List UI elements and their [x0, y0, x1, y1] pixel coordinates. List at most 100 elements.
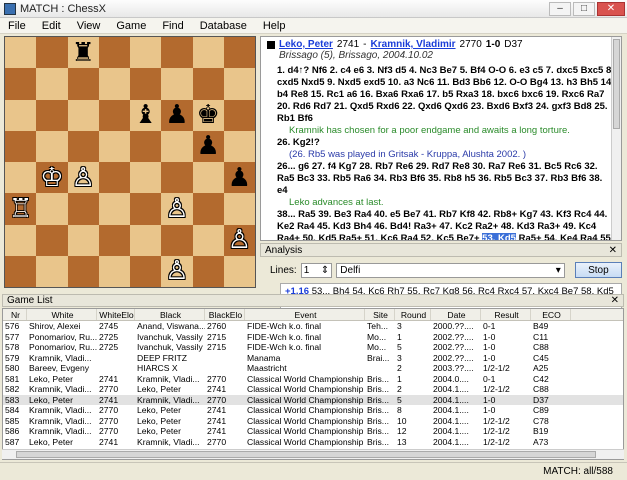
- board-square[interactable]: ♝: [130, 99, 162, 131]
- column-header[interactable]: Site: [365, 309, 395, 320]
- board-square[interactable]: [36, 37, 68, 69]
- table-row[interactable]: 578 Ponomariov, Ru... 2725 Ivanchuk, Vassil…: [3, 342, 623, 353]
- board-square[interactable]: [192, 68, 224, 100]
- engine-select[interactable]: Delfi ▾: [336, 262, 565, 278]
- chess-piece[interactable]: ♙: [71, 165, 94, 191]
- menu-file[interactable]: File: [0, 20, 34, 32]
- table-row[interactable]: 584 Kramnik, Vladi... 2770 Leko, Peter 2741 C…: [3, 405, 623, 416]
- board-square[interactable]: [130, 130, 162, 162]
- move-comment[interactable]: Kramnik has chosen for a poor endgame an…: [277, 125, 615, 137]
- column-header[interactable]: Nr: [3, 309, 27, 320]
- column-header[interactable]: Date: [431, 309, 481, 320]
- spin-arrows-icon[interactable]: ⇕: [321, 265, 329, 276]
- board-square[interactable]: [98, 130, 130, 162]
- board-square[interactable]: [98, 255, 130, 287]
- menu-view[interactable]: View: [69, 20, 109, 32]
- board-square[interactable]: [36, 224, 68, 256]
- move-text[interactable]: 26... g6 27. f4 Kg7 28. Rb7 Re6 29. Rd7 …: [277, 161, 602, 196]
- board-square[interactable]: [98, 162, 130, 194]
- game-list-table[interactable]: Nr White WhiteElo Black BlackElo Event Site Rou…: [2, 308, 624, 460]
- close-button[interactable]: ✕: [597, 1, 625, 16]
- board-square[interactable]: [192, 193, 224, 225]
- board-square[interactable]: [5, 162, 37, 194]
- column-header[interactable]: White: [27, 309, 97, 320]
- table-row[interactable]: 582 Kramnik, Vladi... 2770 Leko, Peter 2741 C…: [3, 384, 623, 395]
- board-square[interactable]: [67, 68, 99, 100]
- table-row[interactable]: 576 Shirov, Alexei 2745 Anand, Viswana... 27…: [3, 321, 623, 332]
- board-square[interactable]: [36, 193, 68, 225]
- table-row[interactable]: 577 Ponomariov, Ru... 2725 Ivanchuk, Vassil…: [3, 332, 623, 343]
- board-square[interactable]: [67, 255, 99, 287]
- chess-piece[interactable]: ♙: [165, 196, 188, 222]
- board-square[interactable]: [161, 162, 193, 194]
- column-header[interactable]: Round: [395, 309, 431, 320]
- board-square[interactable]: ♜: [67, 37, 99, 69]
- analysis-close-icon[interactable]: ✕: [609, 245, 621, 256]
- table-row[interactable]: 581 Leko, Peter 2741 Kramnik, Vladi... 2770 C…: [3, 374, 623, 385]
- menu-help[interactable]: Help: [255, 20, 294, 32]
- board-square[interactable]: ♖: [5, 193, 37, 225]
- column-header[interactable]: Black: [135, 309, 205, 320]
- column-header[interactable]: Event: [245, 309, 365, 320]
- game-list-scrollbar[interactable]: [2, 449, 624, 459]
- move-list[interactable]: 1. d4↑? Nf6 2. c4 e6 3. Nf3 d5 4. Nc3 Be…: [261, 63, 621, 240]
- board-square[interactable]: [5, 224, 37, 256]
- chess-piece[interactable]: ♝: [134, 102, 157, 128]
- table-row[interactable]: 586 Kramnik, Vladi... 2770 Leko, Peter 2741 C…: [3, 426, 623, 437]
- chess-piece[interactable]: ♚: [196, 102, 219, 128]
- move-text[interactable]: 26. Kg2!?: [277, 137, 320, 148]
- menu-edit[interactable]: Edit: [34, 20, 69, 32]
- board-square[interactable]: [5, 99, 37, 131]
- board-square[interactable]: [130, 193, 162, 225]
- board-square[interactable]: [5, 37, 37, 69]
- move-variation[interactable]: (26. Rb5 was played in Gritsak - Kruppa,…: [277, 149, 615, 161]
- chess-piece[interactable]: ♙: [165, 258, 188, 284]
- board-square[interactable]: [5, 255, 37, 287]
- minimize-button[interactable]: –: [549, 1, 571, 16]
- board-square[interactable]: [67, 99, 99, 131]
- maximize-button[interactable]: □: [573, 1, 595, 16]
- chess-piece[interactable]: ♟: [196, 133, 219, 159]
- lines-spinbox[interactable]: 1 ⇕: [300, 262, 333, 278]
- black-player-link[interactable]: Kramnik, Vladimir: [371, 39, 456, 50]
- table-row[interactable]: 587 Leko, Peter 2741 Kramnik, Vladi... 2770 C…: [3, 437, 623, 448]
- chess-piece[interactable]: ♔: [40, 165, 63, 191]
- column-header[interactable]: WhiteElo: [97, 309, 135, 320]
- board-square[interactable]: [67, 224, 99, 256]
- board-square[interactable]: [98, 224, 130, 256]
- chess-piece[interactable]: ♜: [71, 40, 94, 66]
- board-square[interactable]: [98, 37, 130, 69]
- board-square[interactable]: [98, 193, 130, 225]
- board-square[interactable]: [130, 255, 162, 287]
- white-player-link[interactable]: Leko, Peter: [279, 39, 333, 50]
- board-square[interactable]: [192, 224, 224, 256]
- chess-board[interactable]: ♜ ♝ ♟ ♚ ♟ ♔ ♙ ♟ ♖ ♙ ♙ ♙: [5, 37, 255, 287]
- board-square[interactable]: [130, 224, 162, 256]
- board-square[interactable]: [130, 37, 162, 69]
- board-square[interactable]: [98, 68, 130, 100]
- table-row[interactable]: 583 Leko, Peter 2741 Kramnik, Vladi... 2770 C…: [3, 394, 623, 405]
- column-header[interactable]: BlackElo: [205, 309, 245, 320]
- board-square[interactable]: [130, 162, 162, 194]
- move-comment[interactable]: Leko advances at last.: [277, 197, 615, 209]
- board-square[interactable]: [36, 255, 68, 287]
- board-square[interactable]: [192, 162, 224, 194]
- board-square[interactable]: ♙: [161, 193, 193, 225]
- board-square[interactable]: [36, 99, 68, 131]
- column-header[interactable]: ECO: [531, 309, 571, 320]
- board-square[interactable]: [161, 224, 193, 256]
- board-square[interactable]: ♙: [223, 224, 255, 256]
- board-square[interactable]: [223, 130, 255, 162]
- board-square[interactable]: ♚: [192, 99, 224, 131]
- chess-piece[interactable]: ♙: [228, 227, 251, 253]
- board-square[interactable]: ♔: [36, 162, 68, 194]
- board-square[interactable]: [192, 37, 224, 69]
- board-square[interactable]: [36, 130, 68, 162]
- board-square[interactable]: [5, 130, 37, 162]
- board-square[interactable]: [223, 37, 255, 69]
- board-square[interactable]: [223, 99, 255, 131]
- notation-scrollbar[interactable]: [611, 37, 621, 240]
- board-square[interactable]: ♟: [223, 162, 255, 194]
- board-square[interactable]: ♟: [192, 130, 224, 162]
- board-square[interactable]: [223, 255, 255, 287]
